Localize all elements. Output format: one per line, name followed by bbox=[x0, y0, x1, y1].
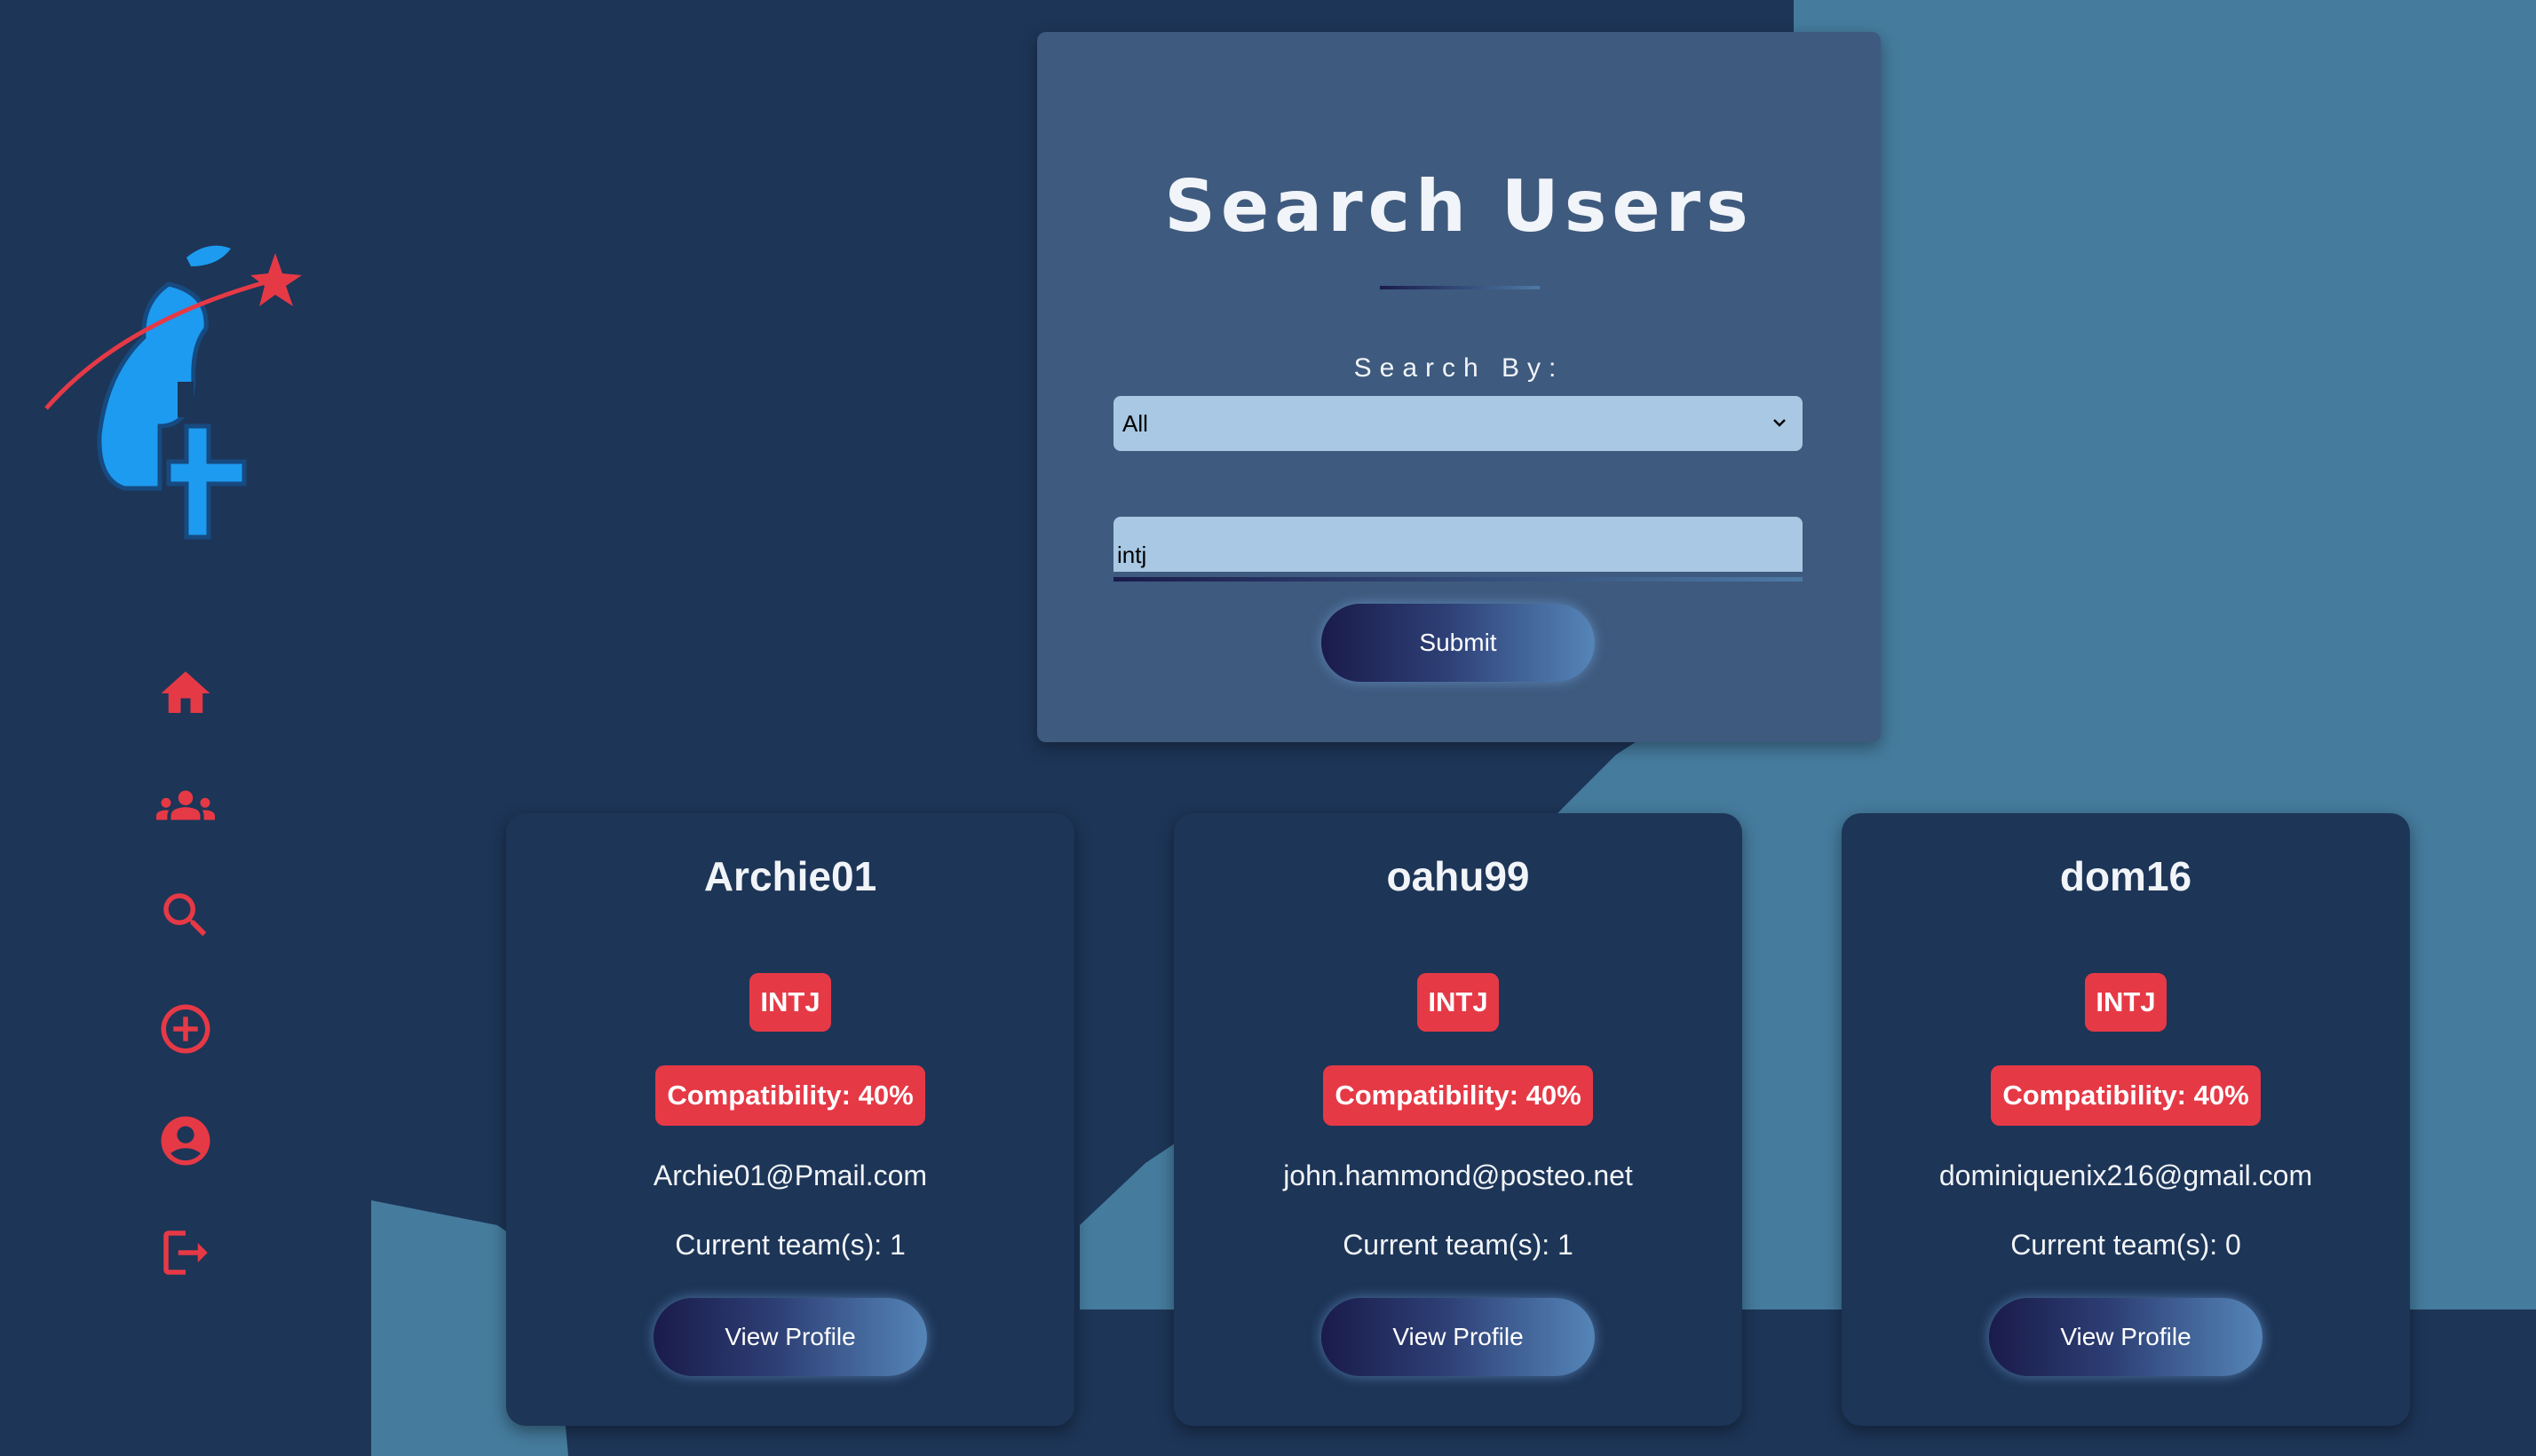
add-circle-icon bbox=[161, 1004, 210, 1054]
input-underline bbox=[1113, 577, 1803, 582]
nav-profile[interactable] bbox=[149, 1104, 222, 1177]
search-by-select[interactable]: All bbox=[1113, 396, 1803, 451]
card-email: dominiquenix216@gmail.com bbox=[1938, 1159, 2313, 1191]
view-profile-button[interactable]: View Profile bbox=[654, 1298, 927, 1376]
account-circle-icon bbox=[161, 1116, 210, 1166]
search-input[interactable]: intj bbox=[1113, 517, 1803, 572]
card-username: dom16 bbox=[2059, 853, 2192, 899]
chevron-down-icon bbox=[1773, 419, 1786, 427]
user-card: dom16 INTJ Compatibility: 40% dominiquen… bbox=[1842, 813, 2410, 1426]
group-icon bbox=[156, 790, 215, 820]
compatibility-badge: Compatibility: 40% bbox=[1323, 1065, 1593, 1126]
personality-badge: INTJ bbox=[749, 973, 831, 1032]
card-teams: Current team(s): 0 bbox=[2010, 1229, 2241, 1261]
user-card: oahu99 INTJ Compatibility: 40% john.hamm… bbox=[1174, 813, 1742, 1426]
card-teams: Current team(s): 1 bbox=[675, 1229, 906, 1261]
search-by-label: Search By: bbox=[1353, 353, 1565, 383]
logout-icon bbox=[163, 1230, 208, 1275]
nav-teams[interactable] bbox=[149, 769, 222, 842]
view-profile-button[interactable]: View Profile bbox=[1989, 1298, 2263, 1376]
personality-badge: INTJ bbox=[1417, 973, 1499, 1032]
submit-button[interactable]: Submit bbox=[1321, 604, 1595, 682]
card-username: oahu99 bbox=[1386, 853, 1530, 899]
card-teams: Current team(s): 1 bbox=[1343, 1229, 1573, 1261]
pear-plus-logo[interactable] bbox=[36, 222, 311, 559]
sidebar bbox=[0, 0, 371, 1456]
nav-home[interactable] bbox=[149, 657, 222, 730]
nav-logout[interactable] bbox=[149, 1216, 222, 1289]
home-icon bbox=[161, 671, 210, 713]
nav-create[interactable] bbox=[149, 993, 222, 1065]
card-username: Archie01 bbox=[703, 853, 877, 899]
search-panel: Search Users Search By: All intj Submit bbox=[1037, 32, 1881, 742]
search-icon bbox=[163, 893, 207, 937]
card-email: john.hammond@posteo.net bbox=[1283, 1159, 1633, 1191]
title-divider bbox=[1380, 286, 1540, 289]
view-profile-button[interactable]: View Profile bbox=[1321, 1298, 1595, 1376]
page-title: Search Users bbox=[1164, 165, 1754, 248]
search-by-select-value: All bbox=[1122, 409, 1148, 437]
personality-badge: INTJ bbox=[2085, 973, 2167, 1032]
compatibility-badge: Compatibility: 40% bbox=[655, 1065, 925, 1126]
nav-search[interactable] bbox=[149, 879, 222, 952]
card-email: Archie01@Pmail.com bbox=[653, 1159, 928, 1191]
user-card: Archie01 INTJ Compatibility: 40% Archie0… bbox=[506, 813, 1074, 1426]
compatibility-badge: Compatibility: 40% bbox=[1991, 1065, 2261, 1126]
